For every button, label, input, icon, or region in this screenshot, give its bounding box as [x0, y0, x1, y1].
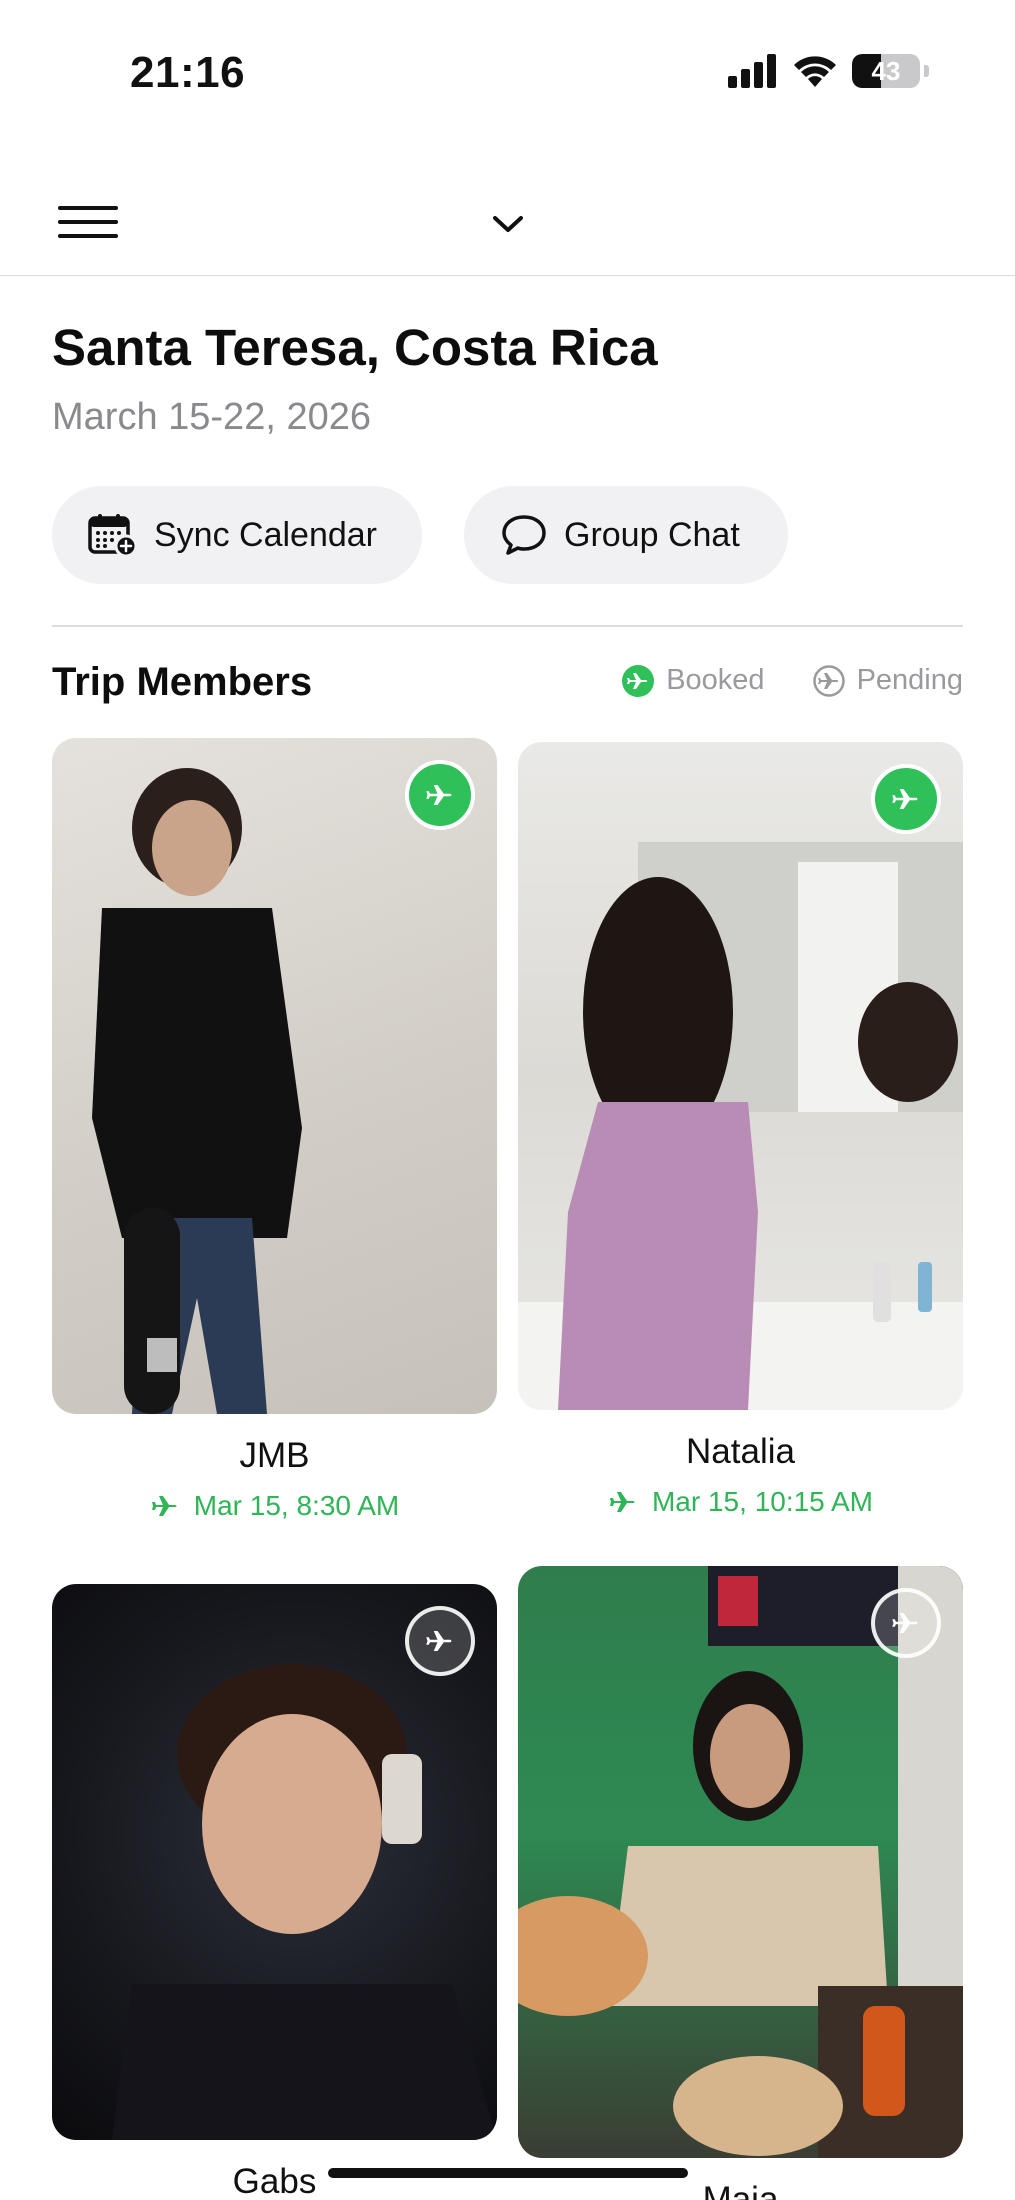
legend-booked-label: Booked [666, 664, 765, 696]
member-flight-time: Mar 15, 8:30 AM [52, 1490, 497, 1522]
plane-icon [426, 785, 452, 805]
wifi-icon [794, 56, 836, 87]
menu-icon-line [58, 234, 118, 238]
trip-members-title: Trip Members [52, 660, 313, 704]
plane-icon [609, 1492, 635, 1512]
status-legend: Booked Pending [622, 664, 963, 697]
signal-icon [728, 54, 776, 88]
plane-icon [812, 664, 845, 697]
member-name: Maia [702, 2180, 779, 2200]
member-photo [518, 842, 963, 1410]
booked-badge [871, 764, 941, 834]
trip-title: Santa Teresa, Costa Rica [52, 319, 658, 376]
status-time: 21:16 [130, 48, 246, 97]
sync-calendar-button[interactable]: Sync Calendar [52, 486, 422, 584]
plane-icon [426, 1631, 452, 1651]
battery-tip [924, 65, 929, 77]
member-photo [92, 768, 302, 1414]
member-flight-time: Mar 15, 10:15 AM [518, 1486, 963, 1518]
booked-badge [405, 760, 475, 830]
menu-icon [58, 206, 118, 210]
battery-percent: 43 [871, 55, 901, 86]
calendar-plus-icon [88, 514, 138, 557]
menu-button[interactable] [56, 200, 120, 244]
member-card-natalia[interactable] [518, 742, 963, 1410]
status-bar: 21:16 43 [0, 0, 1015, 150]
sync-calendar-label: Sync Calendar [154, 515, 378, 554]
status-icons: 43 [728, 54, 929, 88]
battery-icon: 43 [852, 54, 920, 88]
menu-icon-line [58, 220, 118, 224]
plane-icon [622, 664, 655, 697]
legend-booked: Booked [622, 664, 765, 697]
section-divider [52, 625, 963, 627]
member-card-gabs[interactable] [52, 1584, 497, 2140]
chat-bubble-icon [502, 515, 546, 555]
legend-pending: Pending [812, 664, 963, 697]
member-card-maia[interactable] [518, 1566, 963, 2158]
trip-switcher-button[interactable] [486, 202, 530, 246]
plane-icon [151, 1496, 177, 1516]
group-chat-button[interactable]: Group Chat [464, 486, 788, 584]
trip-dates: March 15-22, 2026 [52, 396, 371, 438]
group-chat-label: Group Chat [564, 515, 740, 554]
pending-badge [871, 1588, 941, 1658]
chevron-down-icon [493, 216, 523, 232]
plane-icon [892, 1613, 918, 1633]
pending-badge [405, 1606, 475, 1676]
flight-label: Mar 15, 8:30 AM [193, 1490, 400, 1521]
member-name: JMB [239, 1436, 310, 1475]
plane-icon [892, 789, 918, 809]
home-indicator[interactable] [328, 2168, 688, 2178]
member-card-jmb[interactable] [52, 738, 497, 1414]
legend-pending-label: Pending [856, 664, 963, 696]
nav-bar [0, 170, 1015, 276]
member-name: Natalia [686, 1432, 795, 1471]
flight-label: Mar 15, 10:15 AM [651, 1486, 873, 1517]
